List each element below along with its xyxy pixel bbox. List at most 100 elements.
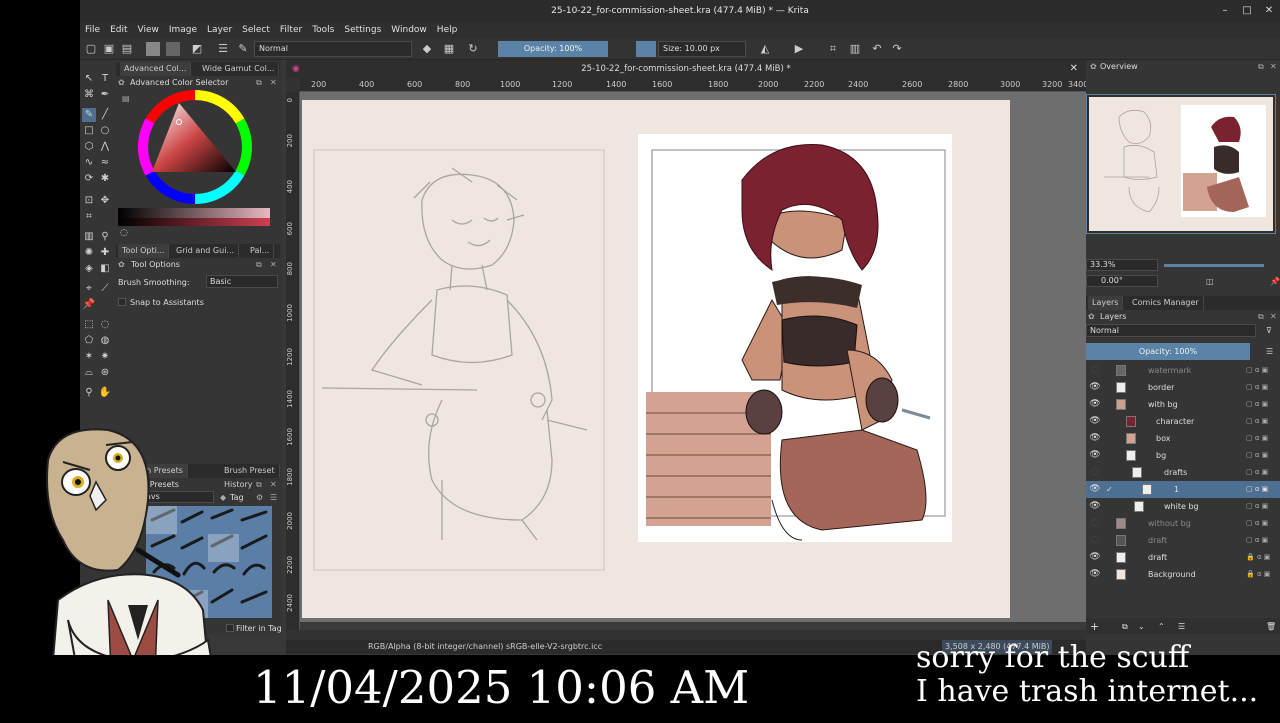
polygon-tool-icon[interactable]: ⬡ xyxy=(82,140,96,154)
zoom-select[interactable]: 33.3% xyxy=(1086,259,1158,271)
value-slider[interactable] xyxy=(118,208,270,218)
new-document-icon[interactable]: ▢ xyxy=(84,41,98,57)
add-layer-icon[interactable]: + xyxy=(1090,620,1099,633)
close-overview-icon[interactable]: ✕ xyxy=(1270,60,1277,73)
lock-icon[interactable]: ▢ α ▣ xyxy=(1246,447,1268,464)
brush-preset-icon[interactable]: ✎ xyxy=(236,41,250,57)
outline-select-icon[interactable]: ◍ xyxy=(98,334,112,348)
overview-thumbnail[interactable] xyxy=(1086,94,1276,234)
layer-row[interactable]: ◌ watermark ▢ α ▣ xyxy=(1086,362,1280,379)
visibility-icon[interactable]: ◌ xyxy=(1089,515,1101,532)
menu-tools[interactable]: Tools xyxy=(307,22,339,38)
opacity-slider[interactable]: Opacity: 100% xyxy=(498,41,608,57)
tab-tool-options[interactable]: Tool Opti... xyxy=(118,244,170,258)
close-layers-icon[interactable]: ✕ xyxy=(1270,310,1277,323)
canvas-paper[interactable] xyxy=(302,100,1010,618)
tab-advanced-color[interactable]: Advanced Col... xyxy=(120,62,192,76)
layer-row[interactable]: 👁 character ▢ α ▣ xyxy=(1086,413,1280,430)
layer-row[interactable]: ◌ draft ▢ α ▣ xyxy=(1086,532,1280,549)
lock-icon[interactable]: 🔒 α ▣ xyxy=(1246,549,1270,566)
polyline-tool-icon[interactable]: ⋀ xyxy=(98,140,112,154)
reference-tool-icon[interactable]: 📌 xyxy=(82,298,96,312)
menu-help[interactable]: Help xyxy=(432,22,463,38)
layer-opacity-slider[interactable]: Opacity: 100% xyxy=(1086,343,1250,360)
pattern-icon[interactable] xyxy=(166,42,180,56)
mirror-v-icon[interactable]: ▶ xyxy=(792,41,806,57)
redo-icon[interactable]: ↷ xyxy=(890,41,904,57)
tab-layers[interactable]: Layers xyxy=(1088,296,1124,310)
layer-row[interactable]: 👁 white bg ▢ α ▣ xyxy=(1086,498,1280,515)
lock-icon[interactable]: 🔒 α ▣ xyxy=(1246,566,1270,583)
line-tool-icon[interactable]: ╱ xyxy=(98,108,112,122)
mirror-h-icon[interactable]: ◭ xyxy=(758,41,772,57)
visibility-icon[interactable]: 👁 xyxy=(1089,413,1101,430)
lock-icon[interactable]: ▢ α ▣ xyxy=(1246,362,1268,379)
dynamic-brush-icon[interactable]: ⟳ xyxy=(82,172,96,186)
lock-icon[interactable]: ▢ α ▣ xyxy=(1246,413,1268,430)
ellipse-select-icon[interactable]: ◌ xyxy=(98,318,112,332)
zoom-slider[interactable] xyxy=(1164,264,1264,267)
menu-image[interactable]: Image xyxy=(164,22,202,38)
multibrush-icon[interactable]: ✱ xyxy=(98,172,112,186)
color-wheel[interactable] xyxy=(136,88,254,206)
move-tool-icon[interactable]: ✥ xyxy=(98,194,112,208)
layer-row[interactable]: 👁 Background 🔒 α ▣ xyxy=(1086,566,1280,583)
document-tab[interactable]: ◉ 25-10-22_for-commission-sheet.kra (477… xyxy=(286,60,1086,78)
crop-tool-icon[interactable]: ⌗ xyxy=(82,210,96,224)
text-tool-icon[interactable]: T xyxy=(98,72,112,86)
tab-wide-gamut[interactable]: Wide Gamut Col... xyxy=(198,62,280,76)
layer-filter-icon[interactable]: ⊽ xyxy=(1266,324,1272,337)
reload-preset-icon[interactable]: ↻ xyxy=(466,41,480,57)
freehand-brush-icon[interactable]: ✎ xyxy=(82,108,96,122)
calligraphy-icon[interactable]: ✒ xyxy=(98,88,112,102)
rotation-input[interactable]: 0.00° xyxy=(1086,275,1158,287)
lock-icon[interactable]: ▢ α ▣ xyxy=(1246,379,1268,396)
float-overview-icon[interactable]: ⧉ xyxy=(1258,60,1264,73)
visibility-icon[interactable]: 👁 xyxy=(1089,379,1101,396)
close-tool-dock-icon[interactable]: ✕ xyxy=(270,258,277,271)
visibility-icon[interactable]: ◌ xyxy=(1089,362,1101,379)
pin-icon[interactable]: 📌 xyxy=(1270,275,1280,288)
visibility-icon[interactable]: ◌ xyxy=(1089,464,1101,481)
ellipse-tool-icon[interactable]: ○ xyxy=(98,124,112,138)
zoom-tool-icon[interactable]: ⚲ xyxy=(82,386,96,400)
minimize-icon[interactable]: – xyxy=(1218,4,1232,18)
layer-row[interactable]: ◌ without bg ▢ α ▣ xyxy=(1086,515,1280,532)
move-up-icon[interactable]: ⌃ xyxy=(1158,620,1165,633)
eraser-icon[interactable]: ◆ xyxy=(420,41,434,57)
polygon-select-icon[interactable]: ⬠ xyxy=(82,334,96,348)
menu-window[interactable]: Window xyxy=(386,22,432,38)
blend-mode-select[interactable]: Normal xyxy=(254,41,412,57)
bezier-select-icon[interactable]: ⌓ xyxy=(82,366,96,380)
layer-properties-icon[interactable]: ☰ xyxy=(1178,620,1185,633)
visibility-icon[interactable]: 👁 xyxy=(1089,566,1101,583)
pan-tool-icon[interactable]: ✋ xyxy=(98,386,112,400)
lock-icon[interactable]: ▢ α ▣ xyxy=(1246,464,1268,481)
similar-select-icon[interactable]: ✷ xyxy=(98,350,112,364)
layer-menu-icon[interactable]: ☰ xyxy=(1266,345,1273,358)
float-layers-icon[interactable]: ⧉ xyxy=(1258,310,1264,323)
color-picker-icon[interactable]: ⚲ xyxy=(98,230,112,244)
visibility-icon[interactable]: 👁 xyxy=(1089,498,1101,515)
visibility-icon[interactable]: 👁 xyxy=(1089,396,1101,413)
enclose-fill-icon[interactable]: ◧ xyxy=(98,262,112,276)
wrap-icon[interactable]: ▥ xyxy=(848,41,862,57)
menu-view[interactable]: View xyxy=(133,22,164,38)
layer-row-selected[interactable]: 👁 ✓ 1 ▢ α ▣ xyxy=(1086,481,1280,498)
float-dock-icon[interactable]: ⧉ xyxy=(256,76,262,89)
assistant-tool-icon[interactable]: ⌖ xyxy=(82,282,96,296)
color-settings-icon[interactable]: ▤ xyxy=(122,92,130,105)
mirror-view-icon[interactable]: ◫ xyxy=(1206,275,1214,288)
move-down-icon[interactable]: ⌄ xyxy=(1138,620,1145,633)
gradient-icon[interactable] xyxy=(146,42,160,56)
menu-select[interactable]: Select xyxy=(237,22,275,38)
saturation-slider[interactable] xyxy=(118,218,270,226)
colorize-mask-icon[interactable]: ✺ xyxy=(82,246,96,260)
smart-patch-icon[interactable]: ✚ xyxy=(98,246,112,260)
brush-settings-icon[interactable]: ☰ xyxy=(216,41,230,57)
select-shapes-icon[interactable]: ↖ xyxy=(82,72,96,86)
close-icon[interactable]: ✕ xyxy=(1262,4,1276,18)
crop-icon[interactable]: ⌗ xyxy=(826,41,840,57)
preset-view-icon[interactable]: ☰ xyxy=(270,491,277,504)
open-icon[interactable]: ▣ xyxy=(102,41,116,57)
